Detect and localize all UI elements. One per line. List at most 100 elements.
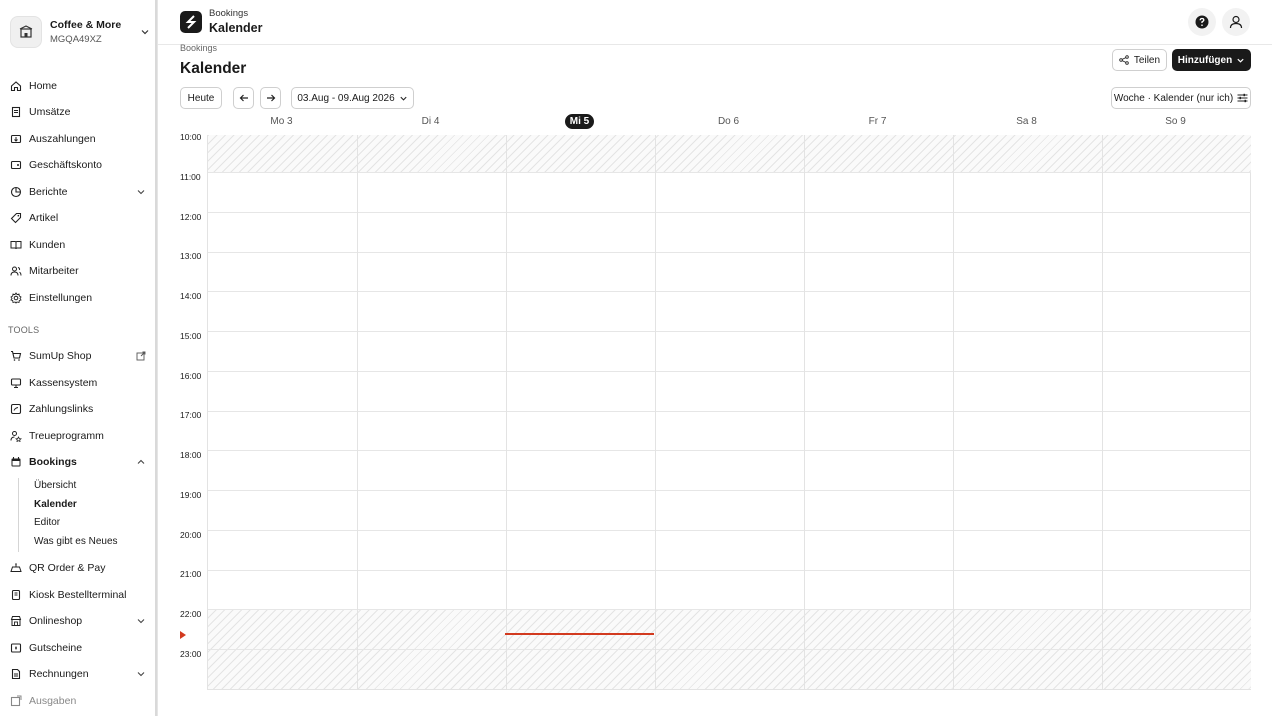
sidebar-item-gutscheine[interactable]: Gutscheine (10, 637, 148, 659)
chevron-down-icon (141, 30, 149, 35)
day-header-wed[interactable]: Mi 5 (505, 114, 654, 130)
sidebar-item-mitarbeiter[interactable]: Mitarbeiter (10, 260, 148, 282)
receipt-icon (10, 106, 22, 118)
sidebar-subitem-neues[interactable]: Was gibt es Neues (34, 536, 118, 547)
sidebar-item-artikel[interactable]: Artikel (10, 207, 148, 229)
sidebar-item-kiosk[interactable]: Kiosk Bestellterminal (10, 584, 148, 606)
day-header-sun[interactable]: So 9 (1101, 116, 1250, 130)
day-header-mon[interactable]: Mo 3 (207, 116, 356, 130)
sidebar-item-sumup-shop[interactable]: SumUp Shop (10, 345, 148, 367)
sidebar-subitem-editor[interactable]: Editor (34, 517, 60, 528)
sidebar-item-treueprogramm[interactable]: Treueprogramm (10, 425, 148, 447)
account-switcher[interactable]: Coffee & More MGQA49XZ (10, 15, 150, 49)
sidebar-item-label: Kassensystem (29, 377, 98, 389)
home-icon (10, 80, 22, 92)
sidebar-item-auszahlungen[interactable]: Auszahlungen (10, 128, 148, 150)
sidebar-item-geschaeftskonto[interactable]: Geschäftskonto (10, 154, 148, 176)
sidebar-item-einstellungen[interactable]: Einstellungen (10, 287, 148, 309)
pos-icon (10, 377, 22, 389)
sidebar-item-ausgaben[interactable]: Ausgaben (10, 690, 148, 712)
sidebar-item-bookings[interactable]: Bookings (10, 451, 148, 473)
sidebar-item-label: Umsätze (29, 106, 71, 118)
sidebar-item-rechnungen[interactable]: Rechnungen (10, 663, 148, 685)
week-calendar-grid[interactable] (207, 135, 1251, 690)
help-button[interactable] (1188, 8, 1216, 36)
time-label: 10:00 (180, 132, 202, 142)
add-button[interactable]: Hinzufügen (1172, 49, 1251, 71)
unavailable-hours-morning (208, 135, 1251, 172)
hour-gridline (208, 530, 1251, 531)
account-name: Coffee & More (50, 18, 122, 31)
gear-icon (10, 292, 22, 304)
invoice-icon (10, 668, 22, 680)
submenu-guide-line (18, 478, 19, 552)
day-divider (1102, 135, 1103, 690)
time-label: 12:00 (180, 212, 202, 222)
sidebar-item-zahlungslinks[interactable]: Zahlungslinks (10, 398, 148, 420)
sidebar-item-label: Einstellungen (29, 292, 93, 304)
arrow-right-icon (266, 94, 275, 102)
today-button-label: Heute (187, 92, 215, 104)
loyalty-icon (10, 430, 22, 442)
user-menu-button[interactable] (1222, 8, 1250, 36)
kiosk-icon (10, 589, 22, 601)
view-selector[interactable]: Woche · Kalender (nur ich) (1111, 87, 1251, 109)
day-header-thu[interactable]: Do 6 (654, 116, 803, 130)
chevron-down-icon (1237, 58, 1244, 63)
chevron-down-icon (400, 96, 407, 101)
sidebar-item-kassensystem[interactable]: Kassensystem (10, 372, 148, 394)
sidebar-item-label: Kiosk Bestellterminal (29, 589, 127, 601)
day-divider (804, 135, 805, 690)
sidebar-item-label: Auszahlungen (29, 133, 96, 145)
hour-gridline (208, 252, 1251, 253)
tag-icon (10, 212, 22, 224)
sidebar-item-label: Bookings (29, 456, 77, 468)
cart-icon (10, 350, 22, 362)
sidebar-subitem-kalender[interactable]: Kalender (34, 499, 77, 510)
sidebar-item-kunden[interactable]: Kunden (10, 234, 148, 256)
time-label: 18:00 (180, 450, 202, 460)
hour-gridline (208, 291, 1251, 292)
hour-gridline (208, 649, 1251, 650)
sidebar-item-label: Geschäftskonto (29, 159, 102, 171)
store-building-icon (10, 16, 42, 48)
next-week-button[interactable] (260, 87, 281, 109)
day-header-sat[interactable]: Sa 8 (952, 116, 1101, 130)
arrow-left-icon (239, 94, 248, 102)
day-divider (953, 135, 954, 690)
sidebar-item-berichte[interactable]: Berichte (10, 181, 148, 203)
hour-gridline (208, 172, 1251, 173)
sidebar-subitem-uebersicht[interactable]: Übersicht (34, 480, 76, 491)
sidebar-item-umsaetze[interactable]: Umsätze (10, 101, 148, 123)
share-button-label: Teilen (1133, 54, 1161, 66)
sidebar-item-label: Treueprogramm (29, 430, 104, 442)
hour-gridline (208, 570, 1251, 571)
time-label: 11:00 (180, 172, 201, 182)
previous-week-button[interactable] (233, 87, 254, 109)
time-label: 14:00 (180, 291, 202, 301)
day-header-tue[interactable]: Di 4 (356, 116, 505, 130)
sidebar-scrollbar[interactable] (155, 0, 157, 716)
voucher-icon (10, 642, 22, 654)
app-title: Kalender (209, 21, 263, 35)
sidebar-item-qr-order[interactable]: QR Order & Pay (10, 557, 148, 579)
sidebar-item-onlineshop[interactable]: Onlineshop (10, 610, 148, 632)
sumup-logo-icon[interactable] (180, 11, 202, 33)
current-time-line (505, 633, 654, 635)
sidebar-item-label: Onlineshop (29, 615, 83, 627)
time-label: 19:00 (180, 490, 202, 500)
chevron-down-icon (137, 672, 145, 677)
share-button[interactable]: Teilen (1112, 49, 1167, 71)
user-icon (1229, 15, 1243, 29)
date-range-picker[interactable]: 03.Aug - 09.Aug 2026 (291, 87, 414, 109)
sidebar-item-label: Zahlungslinks (29, 403, 94, 415)
sidebar-item-label: Rechnungen (29, 668, 89, 680)
qr-icon (10, 562, 22, 574)
hour-gridline (208, 371, 1251, 372)
today-button[interactable]: Heute (180, 87, 222, 109)
day-header-fri[interactable]: Fr 7 (803, 116, 952, 130)
sidebar-item-label: Artikel (29, 212, 59, 224)
sidebar-item-home[interactable]: Home (10, 75, 148, 97)
breadcrumb[interactable]: Bookings (180, 43, 217, 53)
help-icon (1195, 15, 1209, 29)
